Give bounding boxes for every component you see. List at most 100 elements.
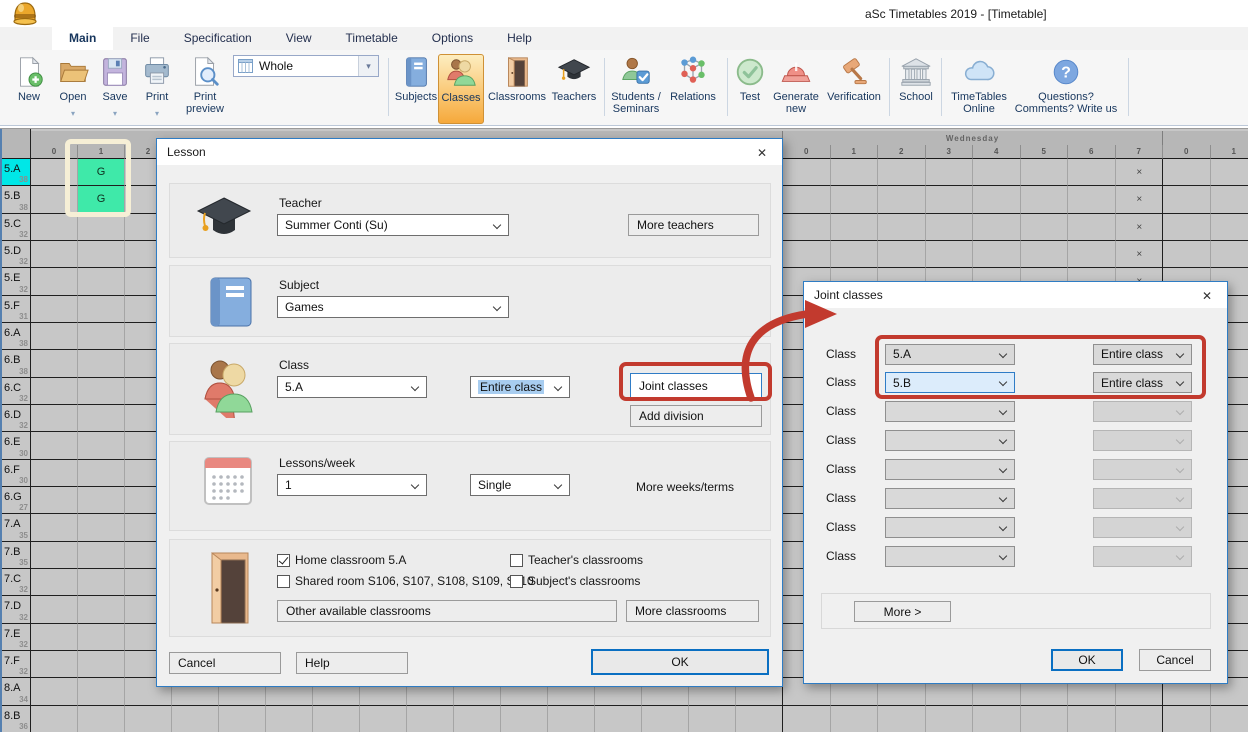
- grid-cell[interactable]: [1021, 186, 1069, 213]
- joint-class-dropdown[interactable]: [885, 488, 1015, 509]
- grid-cell[interactable]: [78, 460, 125, 487]
- joint-class-dropdown[interactable]: [885, 401, 1015, 422]
- class-scope-dropdown[interactable]: Entire class: [470, 376, 570, 398]
- grid-cell[interactable]: [1163, 706, 1211, 732]
- grid-cell[interactable]: [1021, 706, 1069, 732]
- grid-cell[interactable]: [78, 487, 125, 514]
- grid-cell[interactable]: [1211, 706, 1248, 732]
- subjects-classrooms-checkbox[interactable]: Subject's classrooms: [510, 574, 640, 588]
- shared-room-checkbox[interactable]: Shared room S106, S107, S108, S109, S110: [277, 574, 534, 588]
- save-button[interactable]: Save: [94, 54, 136, 124]
- grid-cell[interactable]: [689, 706, 736, 732]
- class-dropdown[interactable]: 5.A: [277, 376, 427, 398]
- grid-row-header[interactable]: 7.A35: [0, 514, 31, 541]
- grid-cell[interactable]: [266, 706, 313, 732]
- new-button[interactable]: New: [8, 54, 50, 124]
- joint-class-dropdown[interactable]: [885, 459, 1015, 480]
- grid-cell[interactable]: [783, 159, 831, 186]
- grid-cell[interactable]: [1068, 214, 1116, 241]
- grid-cell[interactable]: [973, 214, 1021, 241]
- grid-cell[interactable]: [783, 706, 831, 732]
- subject-dropdown[interactable]: Games: [277, 296, 509, 318]
- grid-row-header[interactable]: 6.D32: [0, 405, 31, 432]
- grid-cell[interactable]: [31, 596, 78, 623]
- help-button[interactable]: Help: [296, 652, 408, 674]
- grid-cell[interactable]: [783, 241, 831, 268]
- grid-cell[interactable]: [78, 268, 125, 295]
- grid-cell[interactable]: [31, 378, 78, 405]
- grid-cell[interactable]: [78, 405, 125, 432]
- grid-cell[interactable]: [313, 706, 360, 732]
- grid-cell[interactable]: [78, 350, 125, 377]
- menu-view[interactable]: View: [269, 27, 329, 50]
- more-weeks-terms-link[interactable]: More weeks/terms: [636, 480, 734, 494]
- grid-row-header[interactable]: 6.E30: [0, 432, 31, 459]
- grid-cell[interactable]: [31, 678, 78, 705]
- joint-classes-button[interactable]: Joint classes: [630, 373, 762, 398]
- joint-ok-button[interactable]: OK: [1051, 649, 1123, 671]
- lesson-duration-dropdown[interactable]: Single: [470, 474, 570, 496]
- grid-cell[interactable]: [973, 241, 1021, 268]
- grid-cell[interactable]: [125, 706, 172, 732]
- grid-cell[interactable]: [31, 651, 78, 678]
- grid-cell[interactable]: [1068, 186, 1116, 213]
- classes-button[interactable]: Classes: [438, 54, 484, 124]
- grid-row-header[interactable]: 6.A38: [0, 323, 31, 350]
- grid-row-header[interactable]: 5.B38: [0, 186, 31, 213]
- grid-cell[interactable]: [1021, 214, 1069, 241]
- grid-cell[interactable]: [736, 706, 783, 732]
- grid-cell[interactable]: [1211, 186, 1248, 213]
- grid-cell[interactable]: [973, 706, 1021, 732]
- grid-cell[interactable]: [78, 706, 125, 732]
- home-classroom-checkbox[interactable]: Home classroom 5.A: [277, 553, 406, 567]
- joint-class-dropdown[interactable]: 5.B: [885, 372, 1015, 393]
- close-icon[interactable]: [1199, 288, 1215, 304]
- grid-cell[interactable]: [642, 706, 689, 732]
- grid-cell[interactable]: [1021, 159, 1069, 186]
- grid-cell[interactable]: [878, 241, 926, 268]
- classrooms-button[interactable]: Classrooms: [486, 54, 548, 124]
- print-preview-button[interactable]: Print preview: [178, 54, 232, 124]
- lessons-count-dropdown[interactable]: 1: [277, 474, 427, 496]
- grid-cell[interactable]: [831, 706, 879, 732]
- grid-cell[interactable]: [78, 323, 125, 350]
- grid-row-header[interactable]: 5.E32: [0, 268, 31, 295]
- grid-cell[interactable]: [31, 296, 78, 323]
- grid-cell[interactable]: [1068, 241, 1116, 268]
- grid-row-header[interactable]: 6.B38: [0, 350, 31, 377]
- grid-cell[interactable]: [31, 542, 78, 569]
- grid-cell[interactable]: [831, 214, 879, 241]
- grid-cell[interactable]: [31, 624, 78, 651]
- grid-cell[interactable]: [548, 706, 595, 732]
- grid-cell[interactable]: [454, 706, 501, 732]
- grid-cell[interactable]: [926, 241, 974, 268]
- grid-cell[interactable]: [878, 186, 926, 213]
- grid-row-header[interactable]: 8.B36: [0, 706, 31, 732]
- grid-cell[interactable]: [360, 706, 407, 732]
- view-selector-caret-icon[interactable]: [358, 56, 378, 76]
- teachers-button[interactable]: Teachers: [548, 54, 600, 124]
- relations-button[interactable]: Relations: [666, 54, 720, 124]
- grid-cell[interactable]: [926, 214, 974, 241]
- ok-button[interactable]: OK: [591, 649, 769, 675]
- grid-cell[interactable]: [78, 432, 125, 459]
- add-division-button[interactable]: Add division: [630, 405, 762, 427]
- verification-button[interactable]: Verification: [823, 54, 885, 124]
- grid-cell[interactable]: [31, 487, 78, 514]
- joint-class-dropdown[interactable]: 5.A: [885, 344, 1015, 365]
- grid-cell[interactable]: [78, 651, 125, 678]
- grid-cell[interactable]: [831, 241, 879, 268]
- students-seminars-button[interactable]: Students / Seminars: [608, 54, 664, 124]
- grid-cell[interactable]: [1068, 159, 1116, 186]
- grid-cell[interactable]: [1163, 241, 1211, 268]
- grid-cell[interactable]: [31, 569, 78, 596]
- grid-cell[interactable]: [926, 186, 974, 213]
- grid-cell[interactable]: [31, 706, 78, 732]
- other-classrooms-button[interactable]: Other available classrooms: [277, 600, 617, 622]
- grid-cell[interactable]: [878, 214, 926, 241]
- grid-row-header[interactable]: 7.E32: [0, 624, 31, 651]
- grid-cell[interactable]: [783, 214, 831, 241]
- grid-cell[interactable]: [31, 350, 78, 377]
- joint-class-dropdown[interactable]: [885, 430, 1015, 451]
- print-dropdown-caret-icon[interactable]: [155, 103, 159, 112]
